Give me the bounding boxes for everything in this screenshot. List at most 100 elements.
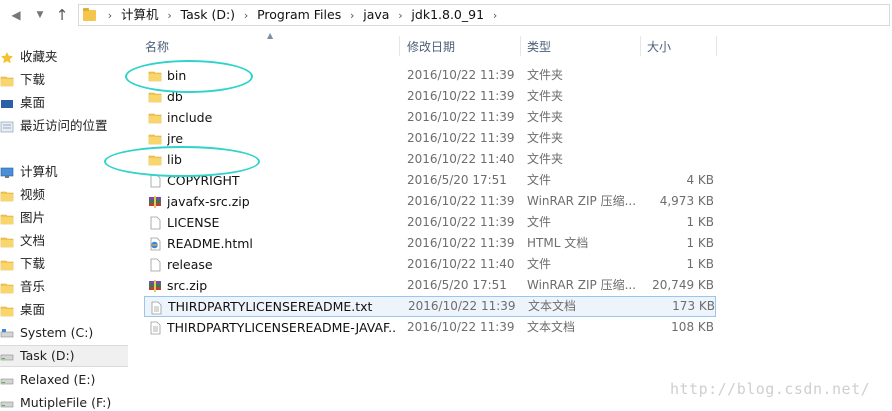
breadcrumb-item[interactable]: jdk1.8.0_91 [411, 5, 484, 25]
file-row[interactable]: THIRDPARTYLICENSEREADME.txt 2016/10/22 11… [144, 296, 716, 317]
sidebar-item-label: 最近访问的位置 [20, 118, 108, 133]
file-row[interactable]: THIRDPARTYLICENSEREADME-JAVAF... 2016/10/… [144, 317, 716, 338]
sidebar-item-label: 桌面 [20, 95, 46, 110]
folder-icon [148, 111, 162, 125]
annotation-circle-lib [104, 146, 260, 177]
file-size: 1 KB [686, 236, 714, 250]
column-divider[interactable] [716, 36, 717, 56]
file-modified-date: 2016/10/22 11:39 [407, 89, 515, 103]
address-bar[interactable]: › 计算机 › Task (D:) › Program Files › java › jdk1.8… [78, 4, 890, 26]
txt-icon [149, 301, 163, 315]
folder-icon [83, 8, 96, 21]
column-header-size[interactable]: 大小 [647, 36, 671, 58]
file-row[interactable]: jre 2016/10/22 11:39 文件夹 [144, 128, 716, 149]
file-size: 20,749 KB [652, 278, 714, 292]
file-size: 1 KB [686, 215, 714, 229]
breadcrumb-item[interactable]: 计算机 [121, 5, 159, 25]
file-type: 文件夹 [527, 131, 564, 145]
documents-folder-icon [0, 234, 14, 248]
sidebar-item[interactable]: 视频 [0, 184, 128, 206]
file-row[interactable]: include 2016/10/22 11:39 文件夹 [144, 107, 716, 128]
file-type: 文件夹 [527, 152, 564, 166]
drive-icon [0, 396, 14, 410]
file-modified-date: 2016/5/20 17:51 [407, 173, 507, 187]
file-size: 1 KB [686, 257, 714, 271]
download-folder-icon [0, 73, 14, 87]
file-name: include [167, 110, 213, 125]
sidebar-item[interactable]: Relaxed (E:) [0, 369, 128, 391]
sidebar-item[interactable]: 文档 [0, 230, 128, 252]
file-type: 文件夹 [527, 110, 564, 124]
sort-arrow-icon: ▲ [267, 31, 274, 40]
column-label: 修改日期 [407, 40, 456, 54]
breadcrumb-separator[interactable]: › [484, 6, 506, 26]
sidebar-item[interactable]: 收藏夹 [0, 46, 128, 68]
up-arrow-icon[interactable]: ↑ [54, 6, 70, 24]
file-size: 4 KB [686, 173, 714, 187]
column-header-date[interactable]: 修改日期 [407, 36, 455, 58]
breadcrumb-item[interactable]: Program Files [257, 5, 341, 25]
sidebar-item-label: System (C:) [20, 325, 94, 340]
column-header-type[interactable]: 类型 [527, 36, 551, 58]
sidebar-item-label: Relaxed (E:) [20, 372, 96, 387]
txt-icon [148, 321, 162, 335]
file-name: LICENSE [167, 215, 220, 230]
file-row[interactable]: javafx-src.zip 2016/10/22 11:39 WinRAR ZIP… [144, 191, 716, 212]
drive-icon [0, 350, 14, 364]
file-modified-date: 2016/10/22 11:39 [407, 110, 515, 124]
sidebar-item[interactable]: 最近访问的位置 [0, 115, 128, 137]
music-folder-icon [0, 280, 14, 294]
file-row[interactable]: LICENSE 2016/10/22 11:39 文件 1 KB [144, 212, 716, 233]
file-row[interactable]: src.zip 2016/5/20 17:51 WinRAR ZIP 压缩... 20… [144, 275, 716, 296]
sidebar-item[interactable]: 下载 [0, 253, 128, 275]
column-header-name[interactable]: 名称 [145, 36, 169, 58]
navigation-pane: 收藏夹 下载 桌面 最近访问的位置 计算机 视频 图片 文档 下载 音乐 桌面 System (C:)… [0, 30, 130, 411]
breadcrumb-item[interactable]: Task (D:) [181, 5, 236, 25]
recent-dropdown-icon[interactable]: ▼ [32, 6, 48, 24]
breadcrumb-separator[interactable]: › [235, 6, 257, 26]
file-modified-date: 2016/10/22 11:39 [408, 299, 516, 313]
file-row[interactable]: release 2016/10/22 11:40 文件 1 KB [144, 254, 716, 275]
breadcrumb-separator[interactable]: › [99, 6, 121, 26]
annotation-circle-bin [125, 60, 253, 93]
file-type: 文件夹 [527, 68, 564, 82]
file-modified-date: 2016/5/20 17:51 [407, 278, 507, 292]
sidebar-item[interactable]: System (C:) [0, 322, 128, 344]
folder-icon [148, 132, 162, 146]
back-arrow-icon[interactable]: ◀ [8, 6, 24, 24]
sidebar-item[interactable]: 音乐 [0, 276, 128, 298]
file-modified-date: 2016/10/22 11:39 [407, 236, 515, 250]
file-modified-date: 2016/10/22 11:39 [407, 194, 515, 208]
column-divider[interactable] [399, 36, 400, 56]
videos-folder-icon [0, 188, 14, 202]
sidebar-item[interactable]: 桌面 [0, 299, 128, 321]
sidebar-item-label: 下载 [20, 256, 46, 271]
sidebar-item[interactable]: 图片 [0, 207, 128, 229]
breadcrumb-separator[interactable]: › [159, 6, 181, 26]
sidebar-item[interactable]: Task (D:) [0, 345, 128, 367]
file-modified-date: 2016/10/22 11:40 [407, 257, 515, 271]
zip-icon [148, 195, 162, 209]
file-modified-date: 2016/10/22 11:39 [407, 68, 515, 82]
sidebar-item[interactable]: MutipleFile (F:) [0, 392, 128, 411]
breadcrumb-separator[interactable]: › [389, 6, 411, 26]
file-modified-date: 2016/10/22 11:39 [407, 215, 515, 229]
watermark: http://blog.csdn.net/ [670, 380, 871, 398]
desktop-icon [0, 96, 14, 110]
column-divider[interactable] [520, 36, 521, 56]
breadcrumb-separator[interactable]: › [341, 6, 363, 26]
sidebar-item[interactable]: 下载 [0, 69, 128, 91]
breadcrumb-item[interactable]: java [363, 5, 389, 25]
sidebar-item[interactable]: 桌面 [0, 92, 128, 114]
file-icon [148, 216, 162, 230]
file-name: javafx-src.zip [167, 194, 250, 209]
column-label: 名称 [145, 40, 170, 54]
file-row[interactable]: README.html 2016/10/22 11:39 HTML 文档 1 KB [144, 233, 716, 254]
column-divider[interactable] [640, 36, 641, 56]
system-drive-icon [0, 326, 14, 340]
drive-icon [0, 373, 14, 387]
file-icon [148, 258, 162, 272]
sidebar-item-label: 音乐 [20, 279, 46, 294]
folder-icon [148, 90, 162, 104]
file-name: THIRDPARTYLICENSEREADME-JAVAF... [167, 320, 397, 335]
